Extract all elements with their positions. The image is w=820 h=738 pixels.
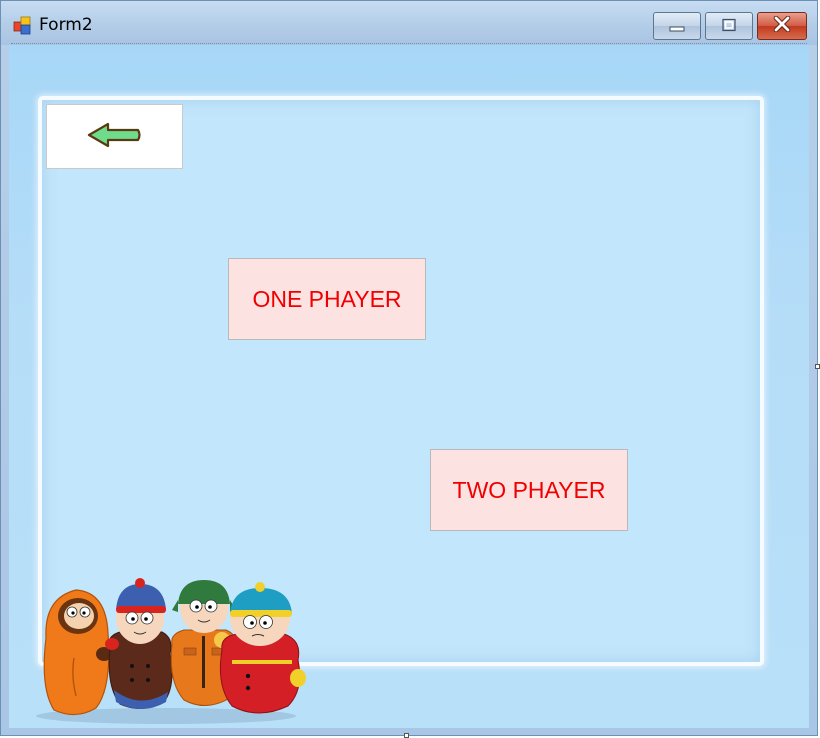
app-icon [13, 16, 33, 36]
cartman-figure [219, 582, 306, 714]
title-separator [11, 43, 807, 44]
title-bar[interactable]: Form2 [1, 1, 817, 45]
resize-handle-right[interactable] [815, 364, 820, 369]
window-title: Form2 [39, 15, 93, 35]
back-button[interactable] [46, 104, 183, 169]
maximize-button[interactable] [705, 12, 753, 40]
maximize-icon [721, 17, 737, 36]
kenny-figure [43, 589, 112, 716]
minimize-icon [668, 17, 686, 36]
close-button[interactable] [757, 12, 807, 40]
one-player-button[interactable]: ONE PHAYER [228, 258, 426, 340]
close-icon [773, 15, 791, 36]
two-player-button[interactable]: TWO PHAYER [430, 449, 628, 531]
left-arrow-icon [86, 121, 144, 153]
resize-handle-bottom[interactable] [404, 733, 409, 738]
stan-figure [105, 578, 173, 709]
minimize-button[interactable] [653, 12, 701, 40]
characters-illustration [36, 578, 308, 726]
